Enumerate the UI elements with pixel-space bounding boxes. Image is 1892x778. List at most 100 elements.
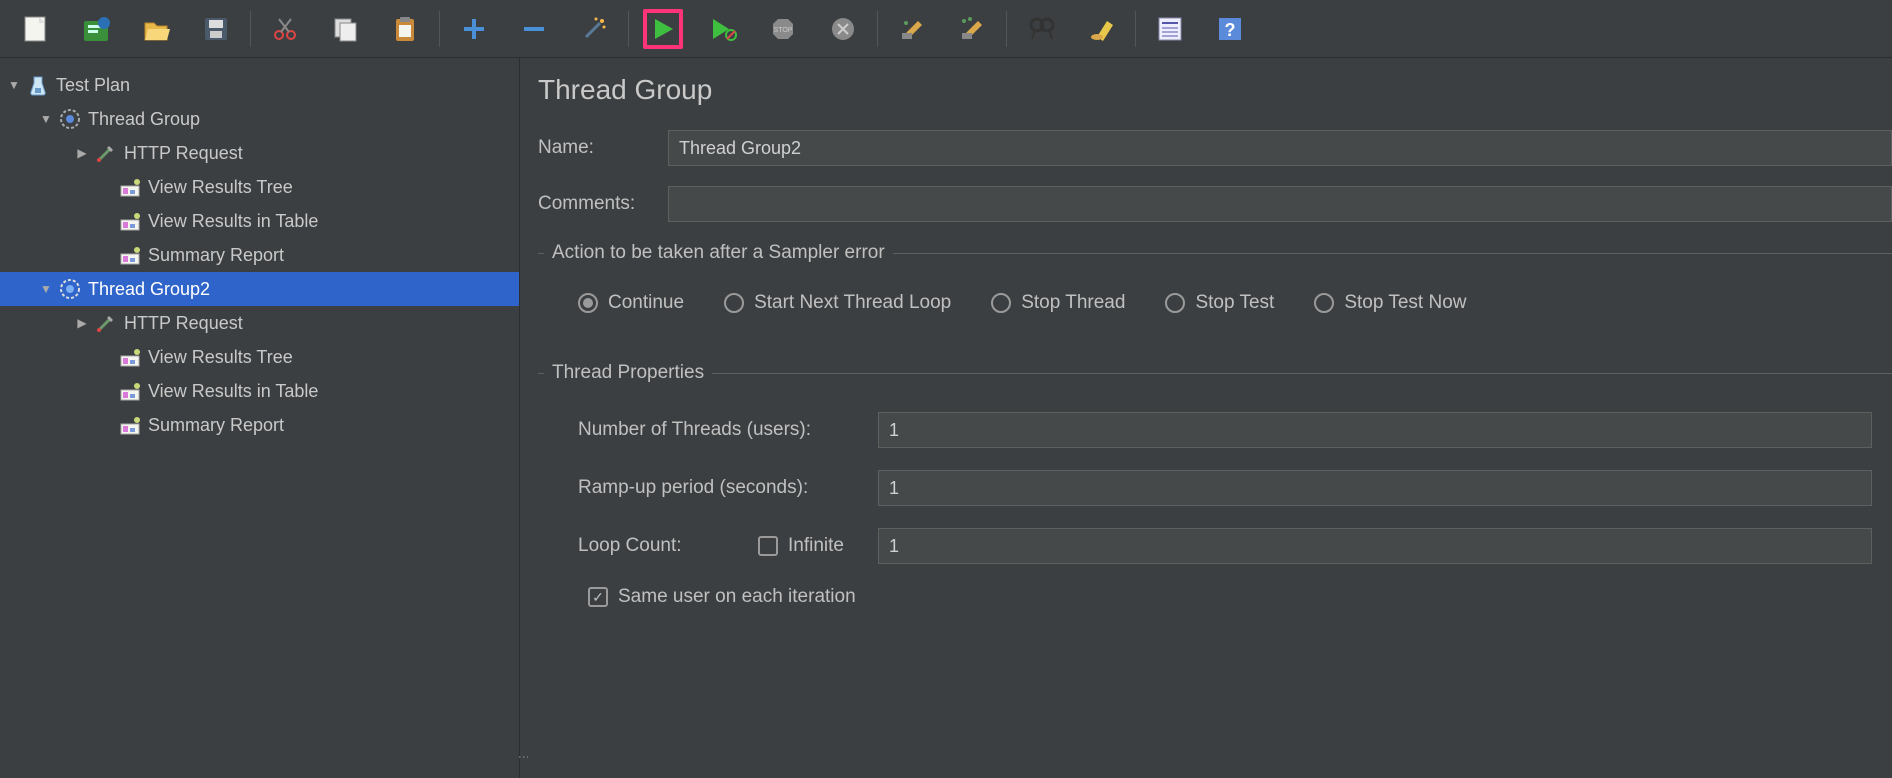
listener-icon <box>118 413 142 437</box>
tree-item-summary-report[interactable]: Summary Report <box>0 238 519 272</box>
comments-input[interactable] <box>668 186 1892 222</box>
tree-label: HTTP Request <box>124 313 243 334</box>
comments-label: Comments: <box>538 193 668 215</box>
tree-label: View Results Tree <box>148 177 293 198</box>
start-no-pause-icon[interactable] <box>703 9 743 49</box>
radio-label: Stop Thread <box>1021 292 1125 314</box>
tree-item-view-results-table[interactable]: View Results in Table <box>0 374 519 408</box>
tree-label: Thread Group2 <box>88 279 210 300</box>
tree-label: View Results Tree <box>148 347 293 368</box>
splitter-handle-icon: ⋮ <box>522 751 526 762</box>
listener-icon <box>118 379 142 403</box>
paste-icon[interactable] <box>385 9 425 49</box>
new-icon[interactable] <box>16 9 56 49</box>
thread-properties-fieldset: Thread Properties Number of Threads (use… <box>538 362 1892 612</box>
toolbar-separator <box>628 11 629 47</box>
radio-continue[interactable]: Continue <box>578 292 684 314</box>
loop-count-input[interactable] <box>878 528 1872 564</box>
tree-label: HTTP Request <box>124 143 243 164</box>
radio-stop-test[interactable]: Stop Test <box>1165 292 1274 314</box>
thread-group-icon <box>58 107 82 131</box>
copy-icon[interactable] <box>325 9 365 49</box>
loop-infinite-label: Infinite <box>788 535 844 557</box>
threads-label: Number of Threads (users): <box>578 419 878 441</box>
toolbar-separator <box>250 11 251 47</box>
radio-label: Continue <box>608 292 684 314</box>
tree-label: Summary Report <box>148 415 284 436</box>
main-area: ▼ Test Plan ▼ Thread Group ▶ HTTP Reques… <box>0 58 1892 778</box>
panel-title: Thread Group <box>538 74 1892 106</box>
tree-item-view-results-tree[interactable]: View Results Tree <box>0 340 519 374</box>
toolbar: STOP ? <box>0 0 1892 58</box>
checkbox-icon <box>758 536 778 556</box>
tree-item-view-results-table[interactable]: View Results in Table <box>0 204 519 238</box>
thread-group-icon <box>58 277 82 301</box>
toolbar-separator <box>1135 11 1136 47</box>
radio-label: Stop Test Now <box>1344 292 1466 314</box>
wand-icon[interactable] <box>574 9 614 49</box>
radio-icon <box>991 293 1011 313</box>
sampler-error-fieldset: Action to be taken after a Sampler error… <box>538 242 1892 338</box>
radio-icon <box>1165 293 1185 313</box>
name-label: Name: <box>538 137 668 159</box>
ramp-up-label: Ramp-up period (seconds): <box>578 477 878 499</box>
listener-icon <box>118 345 142 369</box>
radio-icon <box>578 293 598 313</box>
listener-icon <box>118 175 142 199</box>
sampler-icon <box>94 311 118 335</box>
radio-label: Start Next Thread Loop <box>754 292 951 314</box>
clear-all-icon[interactable] <box>952 9 992 49</box>
loop-infinite-checkbox[interactable]: Infinite <box>758 535 878 557</box>
templates-icon[interactable] <box>76 9 116 49</box>
tree-item-http-request[interactable]: ▶ HTTP Request <box>0 136 519 170</box>
name-input[interactable] <box>668 130 1892 166</box>
function-helper-icon[interactable] <box>1150 9 1190 49</box>
remove-icon[interactable] <box>514 9 554 49</box>
loop-count-label: Loop Count: <box>578 535 758 557</box>
threads-input[interactable] <box>878 412 1872 448</box>
toolbar-separator <box>439 11 440 47</box>
tree-label: Thread Group <box>88 109 200 130</box>
help-icon[interactable]: ? <box>1210 9 1250 49</box>
expander-icon[interactable]: ▼ <box>36 112 56 126</box>
clear-icon[interactable] <box>892 9 932 49</box>
tree-item-test-plan[interactable]: ▼ Test Plan <box>0 68 519 102</box>
stop-icon[interactable]: STOP <box>763 9 803 49</box>
start-icon[interactable] <box>643 9 683 49</box>
toolbar-separator <box>877 11 878 47</box>
reset-search-icon[interactable] <box>1081 9 1121 49</box>
tree-item-summary-report[interactable]: Summary Report <box>0 408 519 442</box>
ramp-up-input[interactable] <box>878 470 1872 506</box>
same-user-label: Same user on each iteration <box>618 586 856 608</box>
tree-label: View Results in Table <box>148 211 318 232</box>
tree-item-thread-group[interactable]: ▼ Thread Group <box>0 102 519 136</box>
sampler-error-legend: Action to be taken after a Sampler error <box>544 242 893 264</box>
open-icon[interactable] <box>136 9 176 49</box>
listener-icon <box>118 209 142 233</box>
radio-icon <box>1314 293 1334 313</box>
expander-icon[interactable]: ▼ <box>4 78 24 92</box>
save-icon[interactable] <box>196 9 236 49</box>
shutdown-icon[interactable] <box>823 9 863 49</box>
radio-stop-test-now[interactable]: Stop Test Now <box>1314 292 1466 314</box>
tree-item-view-results-tree[interactable]: View Results Tree <box>0 170 519 204</box>
svg-text:STOP: STOP <box>774 27 793 34</box>
toolbar-separator <box>1006 11 1007 47</box>
expander-icon[interactable]: ▶ <box>72 146 92 160</box>
radio-start-next-loop[interactable]: Start Next Thread Loop <box>724 292 951 314</box>
tree-item-http-request[interactable]: ▶ HTTP Request <box>0 306 519 340</box>
same-user-checkbox[interactable]: Same user on each iteration <box>588 586 1872 608</box>
tree-label: Summary Report <box>148 245 284 266</box>
cut-icon[interactable] <box>265 9 305 49</box>
editor-panel: Thread Group Name: Comments: Action to b… <box>528 58 1892 778</box>
search-icon[interactable] <box>1021 9 1061 49</box>
tree-panel: ▼ Test Plan ▼ Thread Group ▶ HTTP Reques… <box>0 58 520 778</box>
expander-icon[interactable]: ▼ <box>36 282 56 296</box>
tree-label: Test Plan <box>56 75 130 96</box>
splitter[interactable]: ⋮ <box>520 58 528 778</box>
add-icon[interactable] <box>454 9 494 49</box>
tree-item-thread-group2[interactable]: ▼ Thread Group2 <box>0 272 519 306</box>
radio-stop-thread[interactable]: Stop Thread <box>991 292 1125 314</box>
listener-icon <box>118 243 142 267</box>
expander-icon[interactable]: ▶ <box>72 316 92 330</box>
